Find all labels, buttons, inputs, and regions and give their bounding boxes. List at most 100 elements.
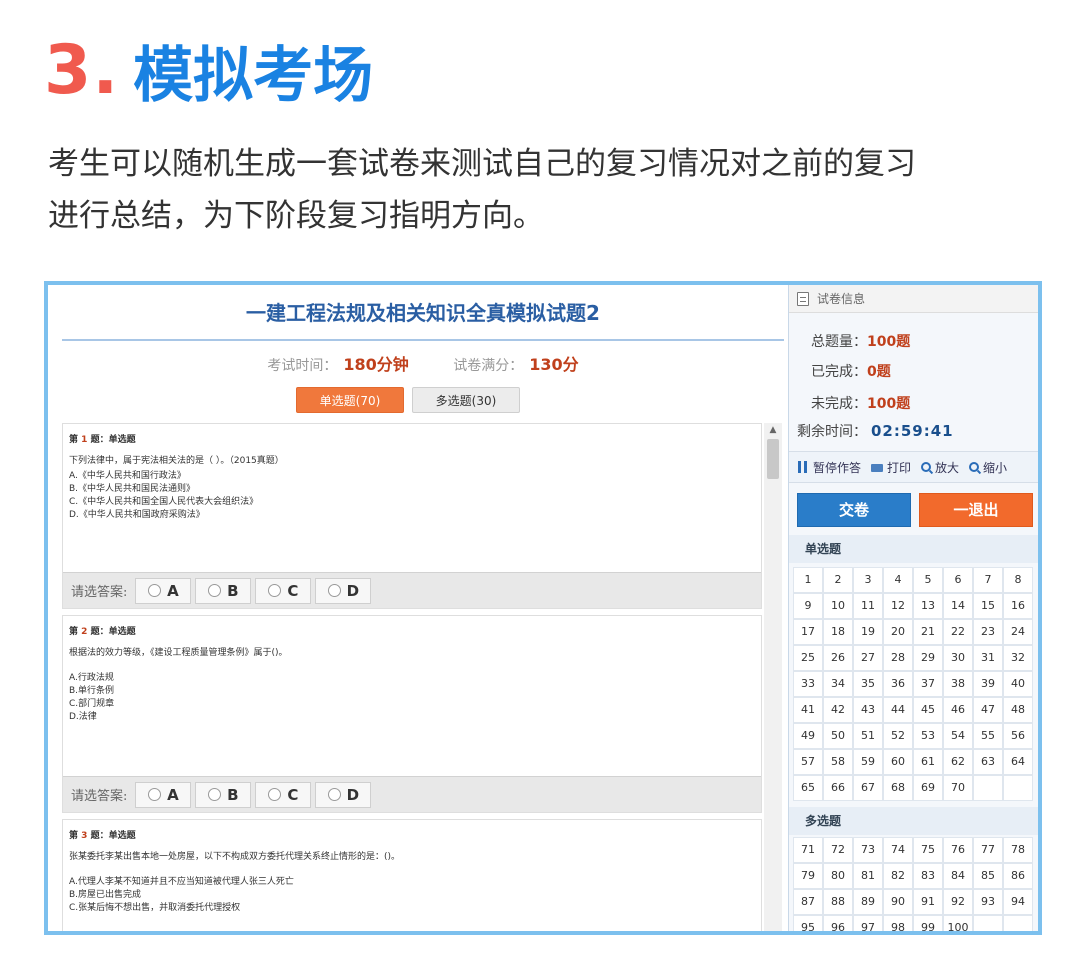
question-number-cell[interactable]: 17 xyxy=(793,619,823,645)
question-number-cell[interactable]: 70 xyxy=(943,775,973,801)
question-number-cell[interactable]: 14 xyxy=(943,593,973,619)
question-number-cell[interactable]: 31 xyxy=(973,645,1003,671)
question-number-cell[interactable]: 83 xyxy=(913,863,943,889)
exit-button[interactable]: 一退出 xyxy=(919,493,1033,527)
pause-button[interactable]: 暂停作答 xyxy=(797,459,861,476)
option-d-radio[interactable]: D xyxy=(315,577,372,604)
zoom-in-button[interactable]: 放大 xyxy=(921,459,959,476)
question-number-cell[interactable]: 24 xyxy=(1003,619,1033,645)
question-number-cell[interactable]: 96 xyxy=(823,915,853,931)
question-number-cell[interactable]: 82 xyxy=(883,863,913,889)
question-number-cell[interactable]: 7 xyxy=(973,567,1003,593)
scroll-up-icon[interactable]: ▲ xyxy=(764,423,782,437)
question-number-cell[interactable]: 21 xyxy=(913,619,943,645)
question-number-cell[interactable]: 68 xyxy=(883,775,913,801)
question-number-cell[interactable]: 35 xyxy=(853,671,883,697)
question-number-cell[interactable]: 91 xyxy=(913,889,943,915)
question-number-cell[interactable]: 10 xyxy=(823,593,853,619)
question-number-cell[interactable]: 28 xyxy=(883,645,913,671)
question-number-cell[interactable]: 51 xyxy=(853,723,883,749)
question-number-cell[interactable]: 2 xyxy=(823,567,853,593)
question-number-cell[interactable]: 32 xyxy=(1003,645,1033,671)
question-number-cell[interactable]: 53 xyxy=(913,723,943,749)
question-number-cell[interactable]: 86 xyxy=(1003,863,1033,889)
question-number-cell[interactable]: 29 xyxy=(913,645,943,671)
question-number-cell[interactable]: 43 xyxy=(853,697,883,723)
question-number-cell[interactable]: 8 xyxy=(1003,567,1033,593)
question-number-cell[interactable]: 98 xyxy=(883,915,913,931)
question-number-cell[interactable]: 41 xyxy=(793,697,823,723)
question-number-cell[interactable]: 95 xyxy=(793,915,823,931)
question-number-cell[interactable]: 61 xyxy=(913,749,943,775)
question-number-cell[interactable]: 18 xyxy=(823,619,853,645)
question-number-cell[interactable]: 34 xyxy=(823,671,853,697)
submit-exam-button[interactable]: 交卷 xyxy=(797,493,911,527)
question-number-cell[interactable]: 84 xyxy=(943,863,973,889)
question-number-cell[interactable]: 30 xyxy=(943,645,973,671)
question-number-cell[interactable]: 87 xyxy=(793,889,823,915)
option-d-radio[interactable]: D xyxy=(315,781,372,808)
question-number-cell[interactable]: 89 xyxy=(853,889,883,915)
question-number-cell[interactable]: 27 xyxy=(853,645,883,671)
tab-multi-choice[interactable]: 多选题(30) xyxy=(412,387,520,413)
question-number-cell[interactable]: 33 xyxy=(793,671,823,697)
zoom-out-button[interactable]: 缩小 xyxy=(969,459,1007,476)
option-a-radio[interactable]: A xyxy=(135,781,192,808)
question-number-cell[interactable]: 47 xyxy=(973,697,1003,723)
question-number-cell[interactable]: 60 xyxy=(883,749,913,775)
question-number-cell[interactable]: 49 xyxy=(793,723,823,749)
question-number-cell[interactable]: 65 xyxy=(793,775,823,801)
question-number-cell[interactable]: 74 xyxy=(883,837,913,863)
question-number-cell[interactable]: 80 xyxy=(823,863,853,889)
question-number-cell[interactable]: 26 xyxy=(823,645,853,671)
question-number-cell[interactable]: 64 xyxy=(1003,749,1033,775)
question-number-cell[interactable]: 38 xyxy=(943,671,973,697)
question-number-cell[interactable]: 13 xyxy=(913,593,943,619)
question-number-cell[interactable]: 36 xyxy=(883,671,913,697)
question-number-cell[interactable]: 9 xyxy=(793,593,823,619)
question-number-cell[interactable]: 37 xyxy=(913,671,943,697)
question-number-cell[interactable]: 71 xyxy=(793,837,823,863)
question-number-cell[interactable]: 72 xyxy=(823,837,853,863)
question-number-cell[interactable]: 4 xyxy=(883,567,913,593)
question-number-cell[interactable]: 20 xyxy=(883,619,913,645)
tab-single-choice[interactable]: 单选题(70) xyxy=(296,387,404,413)
question-number-cell[interactable]: 73 xyxy=(853,837,883,863)
question-number-cell[interactable]: 67 xyxy=(853,775,883,801)
question-number-cell[interactable]: 11 xyxy=(853,593,883,619)
question-number-cell[interactable]: 1 xyxy=(793,567,823,593)
question-number-cell[interactable]: 92 xyxy=(943,889,973,915)
question-number-cell[interactable]: 6 xyxy=(943,567,973,593)
question-number-cell[interactable]: 63 xyxy=(973,749,1003,775)
question-number-cell[interactable]: 44 xyxy=(883,697,913,723)
question-number-cell[interactable]: 45 xyxy=(913,697,943,723)
question-number-cell[interactable]: 25 xyxy=(793,645,823,671)
option-a-radio[interactable]: A xyxy=(135,577,192,604)
question-number-cell[interactable]: 16 xyxy=(1003,593,1033,619)
question-number-cell[interactable]: 94 xyxy=(1003,889,1033,915)
question-number-cell[interactable]: 48 xyxy=(1003,697,1033,723)
question-number-cell[interactable]: 42 xyxy=(823,697,853,723)
question-number-cell[interactable]: 79 xyxy=(793,863,823,889)
question-number-cell[interactable]: 5 xyxy=(913,567,943,593)
question-number-cell[interactable]: 93 xyxy=(973,889,1003,915)
question-number-cell[interactable]: 55 xyxy=(973,723,1003,749)
option-b-radio[interactable]: B xyxy=(195,577,252,604)
question-number-cell[interactable]: 99 xyxy=(913,915,943,931)
question-number-cell[interactable]: 12 xyxy=(883,593,913,619)
question-number-cell[interactable]: 15 xyxy=(973,593,1003,619)
question-number-cell[interactable]: 97 xyxy=(853,915,883,931)
question-number-cell[interactable]: 75 xyxy=(913,837,943,863)
question-number-cell[interactable]: 66 xyxy=(823,775,853,801)
question-number-cell[interactable]: 85 xyxy=(973,863,1003,889)
question-number-cell[interactable]: 56 xyxy=(1003,723,1033,749)
question-number-cell[interactable]: 77 xyxy=(973,837,1003,863)
question-number-cell[interactable]: 40 xyxy=(1003,671,1033,697)
question-number-cell[interactable]: 78 xyxy=(1003,837,1033,863)
option-c-radio[interactable]: C xyxy=(255,781,312,808)
question-number-cell[interactable]: 3 xyxy=(853,567,883,593)
question-number-cell[interactable]: 54 xyxy=(943,723,973,749)
question-number-cell[interactable]: 59 xyxy=(853,749,883,775)
question-number-cell[interactable]: 62 xyxy=(943,749,973,775)
question-number-cell[interactable]: 39 xyxy=(973,671,1003,697)
